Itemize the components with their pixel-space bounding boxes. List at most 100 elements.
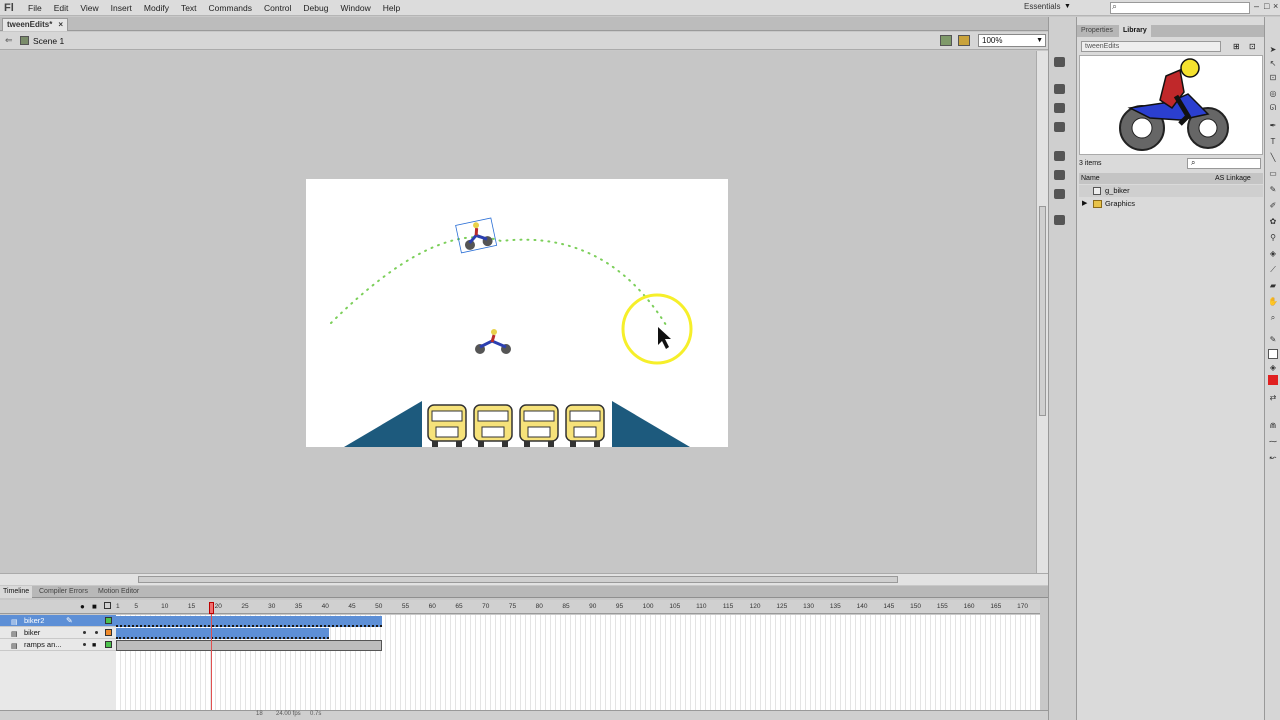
- vertical-scrollbar[interactable]: [1036, 51, 1048, 573]
- deco-tool-icon[interactable]: ✿: [1268, 217, 1278, 227]
- edit-symbol-icon[interactable]: [958, 35, 970, 46]
- smooth-icon[interactable]: ⁓: [1268, 437, 1278, 447]
- tab-compiler-errors[interactable]: Compiler Errors: [36, 586, 91, 598]
- caret-down-icon[interactable]: ▼: [1064, 3, 1071, 10]
- fill-color-swatch[interactable]: [1268, 375, 1278, 385]
- timeline-ruler[interactable]: ● ■ 1 5 10 15 20 25 30 35 40 45 50 55 60 65 70 75 80 85 90…: [0, 600, 1040, 614]
- motion-presets-icon[interactable]: [1054, 170, 1065, 180]
- menu-text[interactable]: Text: [175, 0, 203, 16]
- visibility-dot[interactable]: [83, 643, 86, 646]
- expand-arrow-icon[interactable]: ▶: [1082, 198, 1087, 210]
- frame-tick: 100: [642, 603, 654, 610]
- panel-icon[interactable]: [1054, 84, 1065, 94]
- document-tab[interactable]: tweenEdits* ×: [2, 18, 69, 31]
- scroll-thumb[interactable]: [138, 576, 898, 583]
- zoom-select[interactable]: 100% ▼: [978, 34, 1046, 47]
- history-icon[interactable]: [1054, 215, 1065, 225]
- bone-tool-icon[interactable]: ⚲: [1268, 233, 1278, 243]
- scroll-thumb[interactable]: [1039, 206, 1046, 416]
- transform-icon[interactable]: [1054, 122, 1065, 132]
- library-search-input[interactable]: [1187, 158, 1261, 169]
- library-item[interactable]: g_biker: [1079, 185, 1263, 197]
- lock-dot[interactable]: [95, 631, 98, 634]
- column-linkage[interactable]: AS Linkage: [1215, 173, 1251, 184]
- close-tab-icon[interactable]: ×: [58, 19, 63, 31]
- menu-insert[interactable]: Insert: [105, 0, 138, 16]
- layer-row-ramps[interactable]: ▤ ramps an... ■: [0, 639, 116, 651]
- lasso-tool-icon[interactable]: ᘏ: [1268, 103, 1278, 113]
- stroke-color-swatch[interactable]: [1268, 349, 1278, 359]
- pencil-tool-icon[interactable]: ✎: [1268, 185, 1278, 195]
- menu-edit[interactable]: Edit: [48, 0, 75, 16]
- edit-scene-icon[interactable]: [940, 35, 952, 46]
- frame-grid[interactable]: [116, 615, 1040, 710]
- tab-library[interactable]: Library: [1119, 25, 1151, 37]
- new-library-icon[interactable]: ⊡: [1249, 42, 1256, 51]
- horizontal-scrollbar[interactable]: [0, 573, 1048, 585]
- pen-tool-icon[interactable]: ✒: [1268, 121, 1278, 131]
- library-folder[interactable]: ▶ Graphics: [1079, 198, 1263, 210]
- text-tool-icon[interactable]: T: [1268, 137, 1278, 147]
- eyedropper-tool-icon[interactable]: ⟋: [1268, 265, 1278, 275]
- help-search-input[interactable]: [1110, 2, 1250, 14]
- library-document-select[interactable]: tweenEdits: [1081, 41, 1221, 52]
- selection-tool-icon[interactable]: ➤: [1268, 45, 1278, 55]
- swap-colors-icon[interactable]: ⇄: [1268, 393, 1278, 403]
- tab-motion-editor[interactable]: Motion Editor: [95, 586, 142, 598]
- subselection-tool-icon[interactable]: ↖: [1268, 59, 1278, 69]
- code-snippets-icon[interactable]: [1054, 189, 1065, 199]
- tab-timeline[interactable]: Timeline: [0, 586, 33, 598]
- close-icon[interactable]: ×: [1273, 1, 1278, 11]
- fill-color-icon[interactable]: ◈: [1268, 363, 1278, 373]
- lock-icon[interactable]: ■: [92, 640, 96, 652]
- lock-icon[interactable]: ■: [92, 602, 97, 611]
- menu-window[interactable]: Window: [334, 0, 376, 16]
- caret-down-icon[interactable]: ▼: [1036, 35, 1043, 46]
- stroke-color-icon[interactable]: ✎: [1268, 335, 1278, 345]
- fps-readout[interactable]: 24.00 fps: [276, 711, 301, 717]
- tween-span-biker[interactable]: [116, 628, 329, 639]
- minimize-icon[interactable]: –: [1254, 1, 1259, 11]
- back-arrow-icon[interactable]: ⇐: [5, 35, 13, 46]
- layer-color-box[interactable]: [105, 641, 112, 648]
- stage[interactable]: [306, 179, 728, 447]
- tab-properties[interactable]: Properties: [1077, 25, 1117, 37]
- 3d-rotation-tool-icon[interactable]: ◎: [1268, 89, 1278, 99]
- column-name[interactable]: Name: [1081, 173, 1100, 184]
- static-span-ramps[interactable]: [116, 640, 382, 651]
- panel-icon[interactable]: [1054, 57, 1065, 67]
- menu-debug[interactable]: Debug: [297, 0, 334, 16]
- layer-row-biker2[interactable]: ▤ biker2 ✎: [0, 615, 116, 627]
- tween-span-biker2[interactable]: [116, 616, 382, 627]
- components-icon[interactable]: [1054, 151, 1065, 161]
- eye-icon[interactable]: ●: [80, 602, 85, 611]
- layer-color-box[interactable]: [105, 629, 112, 636]
- menu-file[interactable]: File: [22, 0, 48, 16]
- visibility-dot[interactable]: [83, 631, 86, 634]
- layer-color-box[interactable]: [105, 617, 112, 624]
- eraser-tool-icon[interactable]: ▰: [1268, 281, 1278, 291]
- rectangle-tool-icon[interactable]: ▭: [1268, 169, 1278, 179]
- playhead[interactable]: [208, 602, 214, 614]
- menu-modify[interactable]: Modify: [138, 0, 175, 16]
- brush-tool-icon[interactable]: ✐: [1268, 201, 1278, 211]
- zoom-tool-icon[interactable]: ⌕: [1268, 313, 1278, 323]
- menu-commands[interactable]: Commands: [203, 0, 258, 16]
- info-icon[interactable]: [1054, 103, 1065, 113]
- scene-label[interactable]: Scene 1: [33, 36, 64, 46]
- outline-icon[interactable]: [104, 602, 111, 609]
- paint-bucket-tool-icon[interactable]: ◈: [1268, 249, 1278, 259]
- layer-row-biker[interactable]: ▤ biker: [0, 627, 116, 639]
- line-tool-icon[interactable]: ╲: [1268, 153, 1278, 163]
- menu-view[interactable]: View: [74, 0, 104, 16]
- hand-tool-icon[interactable]: ✋: [1268, 297, 1278, 307]
- menu-help[interactable]: Help: [377, 0, 406, 16]
- frame-tick: 45: [348, 603, 356, 610]
- menu-control[interactable]: Control: [258, 0, 297, 16]
- restore-icon[interactable]: □: [1264, 1, 1269, 11]
- snap-icon[interactable]: ⋒: [1268, 421, 1278, 431]
- free-transform-tool-icon[interactable]: ⊡: [1268, 73, 1278, 83]
- straighten-icon[interactable]: ↜: [1268, 453, 1278, 463]
- workspace-switcher[interactable]: Essentials: [1024, 2, 1060, 11]
- pin-icon[interactable]: ⊞: [1233, 42, 1240, 51]
